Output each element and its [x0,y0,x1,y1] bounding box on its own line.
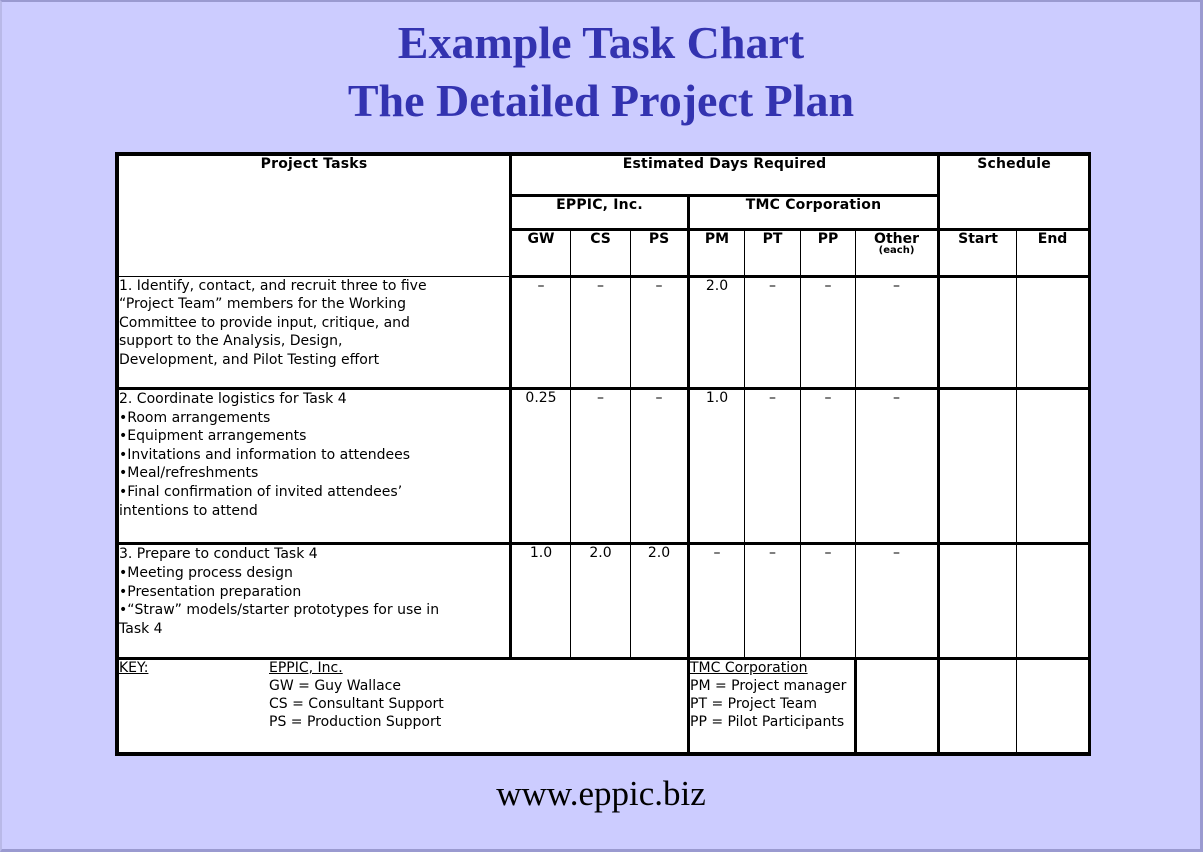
task-line: Task 4 [119,620,163,637]
task-line: 3. Prepare to conduct Task 4 [119,546,318,563]
key-eppic-column: EPPIC, Inc. GW = Guy Wallace CS = Consul… [269,660,687,732]
key-legend-eppic: KEY: EPPIC, Inc. GW = Guy Wallace CS = C… [118,657,690,754]
cell-gw-1: – [510,275,571,391]
task-line: Committee to provide input, critique, an… [119,314,410,331]
task-line: •Final confirmation of invited attendees… [119,484,403,501]
header-project-tasks: Project Tasks [118,155,512,277]
table-row: 3. Prepare to conduct Task 4 •Meeting pro… [118,543,1090,660]
key-tmc-line-pm: PM = Project manager [690,677,847,694]
cell-end-1 [1016,275,1090,391]
header-col-end: End [1016,228,1090,278]
cell-pm-3: – [688,543,745,660]
cell-other-1: – [854,275,941,391]
cell-ps-2: – [630,388,690,546]
cell-pm-2: 1.0 [688,388,745,546]
cell-end-3 [1016,543,1090,660]
task-line: 2. Coordinate logistics for Task 4 [119,391,347,408]
page-title: Example Task Chart The Detailed Project … [2,14,1200,129]
key-row: KEY: EPPIC, Inc. GW = Guy Wallace CS = C… [118,657,1090,754]
key-label: KEY: [119,659,149,676]
task-description-1: 1. Identify, contact, and recruit three … [118,275,512,391]
slide-canvas: Example Task Chart The Detailed Project … [2,2,1200,849]
task-line: Development, and Pilot Testing effort [119,352,380,369]
cell-pp-3: – [800,543,856,660]
cell-pm-1: 2.0 [688,275,745,391]
title-line-1: Example Task Chart [397,17,805,68]
task-line: 1. Identify, contact, and recruit three … [119,277,427,294]
key-cell-start [938,657,1018,754]
header-col-cs: CS [570,228,631,278]
task-line: •Invitations and information to attendee… [119,446,411,463]
cell-start-2 [938,388,1018,546]
task-line: •Room arrangements [119,409,271,426]
header-schedule: Schedule [938,155,1090,231]
task-line: •Meeting process design [119,565,293,582]
key-eppic-title: EPPIC, Inc. [269,659,343,676]
task-line: •“Straw” models/starter prototypes for u… [119,602,440,619]
task-line: •Meal/refreshments [119,465,259,482]
header-col-ps: PS [630,228,690,278]
task-line: •Presentation preparation [119,583,302,600]
cell-start-3 [938,543,1018,660]
task-chart-table: Project Tasks Estimated Days Required Sc… [115,152,1091,756]
task-description-2: 2. Coordinate logistics for Task 4 •Room … [118,388,512,546]
header-col-pp: PP [800,228,856,278]
key-eppic-line-gw: GW = Guy Wallace [269,677,401,694]
table-row: 2. Coordinate logistics for Task 4 •Room … [118,388,1090,546]
header-col-other: Other (each) [854,228,941,278]
cell-pt-1: – [744,275,801,391]
key-tmc-title: TMC Corporation [690,659,808,676]
key-eppic-line-cs: CS = Consultant Support [269,695,444,712]
cell-cs-3: 2.0 [570,543,631,660]
header-tmc: TMC Corporation [687,194,941,231]
header-col-start: Start [938,228,1018,278]
title-line-2: The Detailed Project Plan [347,74,855,126]
header-estimated-days: Estimated Days Required [509,155,941,197]
cell-ps-3: 2.0 [630,543,690,660]
cell-cs-2: – [570,388,631,546]
header-col-other-sublabel: (each) [878,244,915,256]
task-line: intentions to attend [119,502,258,519]
task-line: “Project Team” members for the Working [119,296,406,313]
cell-ps-1: – [630,275,690,391]
header-col-pm: PM [688,228,745,278]
header-col-pt: PT [744,228,801,278]
task-line: support to the Analysis, Design, [119,333,343,350]
cell-end-2 [1016,388,1090,546]
task-line: •Equipment arrangements [119,428,307,445]
cell-other-2: – [854,388,941,546]
cell-pt-2: – [744,388,801,546]
footer-url: www.eppic.biz [496,774,706,813]
key-cell-other [854,657,941,754]
key-tmc-line-pp: PP = Pilot Participants [690,713,845,730]
cell-gw-3: 1.0 [510,543,571,660]
cell-pt-3: – [744,543,801,660]
key-tmc-line-pt: PT = Project Team [690,695,817,712]
task-description-3: 3. Prepare to conduct Task 4 •Meeting pro… [118,543,512,660]
cell-pp-1: – [800,275,856,391]
cell-gw-2: 0.25 [510,388,571,546]
key-cell-end [1016,657,1090,754]
header-eppic: EPPIC, Inc. [510,194,690,231]
key-legend-tmc: TMC Corporation PM = Project manager PT … [688,657,857,754]
cell-cs-1: – [570,275,631,391]
cell-start-1 [938,275,1018,391]
key-eppic-line-ps: PS = Production Support [269,713,442,730]
cell-pp-2: – [800,388,856,546]
table-row: 1. Identify, contact, and recruit three … [118,275,1090,391]
header-col-gw: GW [510,228,571,278]
cell-other-3: – [854,543,941,660]
